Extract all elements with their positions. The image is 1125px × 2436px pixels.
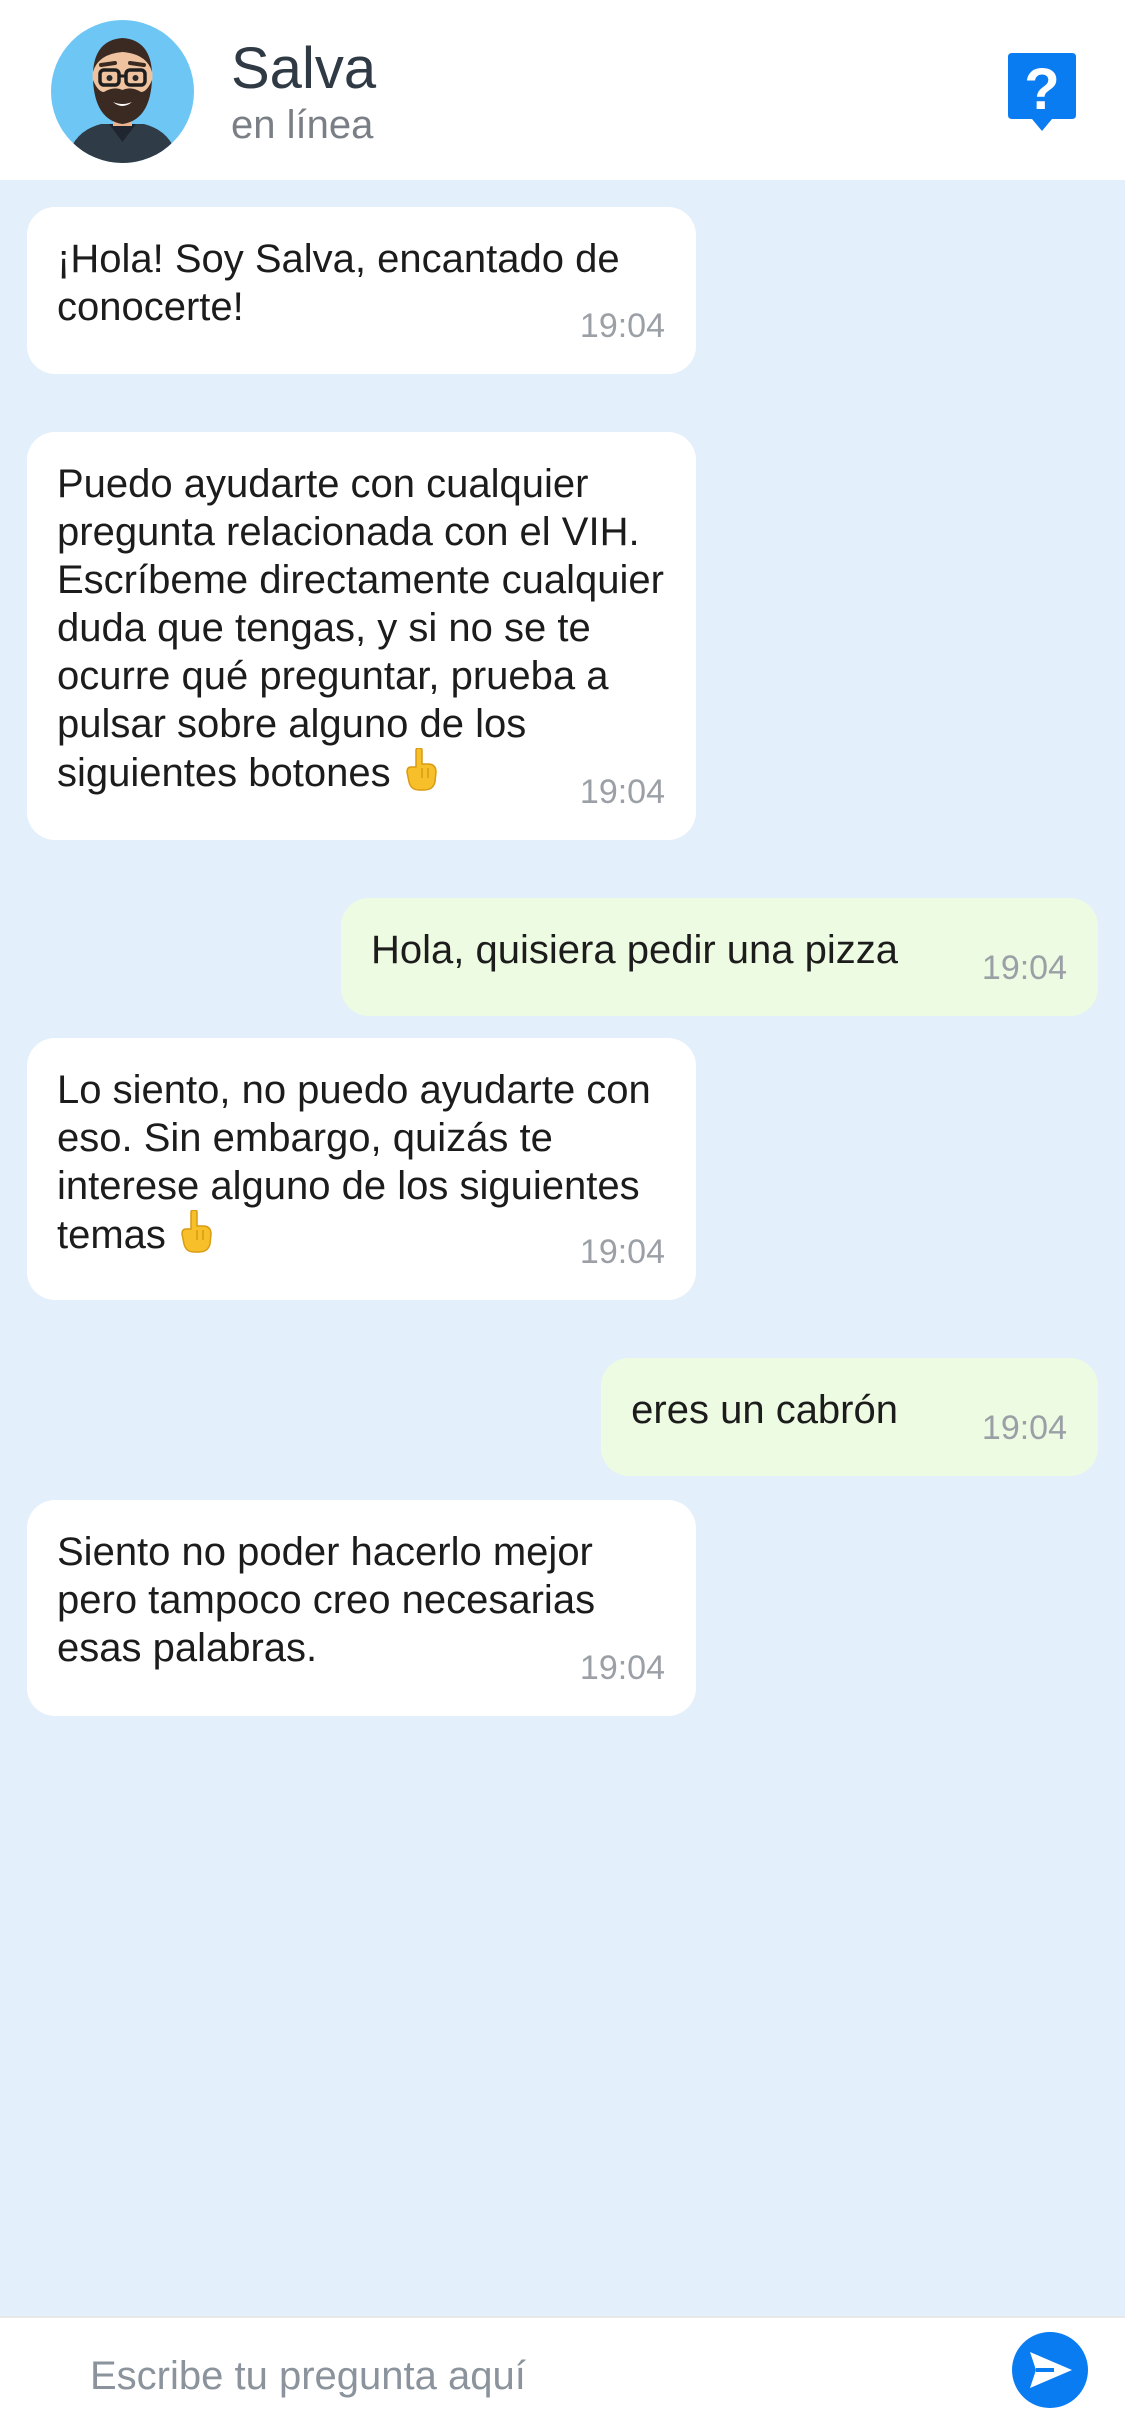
message-outgoing: eres un cabrón 19:04 — [601, 1358, 1098, 1476]
contact-name: Salva — [231, 36, 377, 101]
contact-status: en línea — [231, 103, 374, 147]
message-incoming: Lo siento, no puedo ayudarte con eso. Si… — [27, 1038, 696, 1300]
message-text: eres un cabrón — [631, 1388, 898, 1432]
message-text: Puedo ayudarte con cualquier pregunta re… — [57, 462, 664, 795]
send-icon[interactable] — [1012, 2332, 1088, 2408]
message-time: 19:04 — [981, 1409, 1067, 1447]
chat-messages[interactable]: ¡Hola! Soy Salva, encantado de conocerte… — [0, 180, 1125, 2316]
message-time: 19:04 — [579, 1649, 665, 1687]
message-time: 19:04 — [579, 1233, 665, 1271]
message-composer — [0, 2316, 1125, 2436]
svg-text:?: ? — [1024, 57, 1059, 122]
message-text: Lo siento, no puedo ayudarte con eso. Si… — [57, 1068, 651, 1257]
message-time: 19:04 — [981, 949, 1067, 987]
message-time: 19:04 — [579, 307, 665, 345]
message-time: 19:04 — [579, 773, 665, 811]
chat-header: Salva en línea ? — [0, 0, 1125, 180]
question-bubble-icon[interactable]: ? — [1008, 53, 1076, 131]
message-incoming: ¡Hola! Soy Salva, encantado de conocerte… — [27, 207, 696, 374]
message-incoming: Siento no poder hacerlo mejor pero tampo… — [27, 1500, 696, 1716]
message-text: ¡Hola! Soy Salva, encantado de conocerte… — [57, 237, 620, 329]
bearded-man-avatar-icon[interactable] — [51, 20, 194, 163]
message-outgoing: Hola, quisiera pedir una pizza 19:04 — [341, 898, 1098, 1016]
point-down-emoji — [181, 1210, 212, 1253]
point-down-emoji — [405, 748, 437, 791]
message-incoming: Puedo ayudarte con cualquier pregunta re… — [27, 432, 696, 840]
message-text: Siento no poder hacerlo mejor pero tampo… — [57, 1530, 596, 1670]
message-text: Hola, quisiera pedir una pizza — [371, 928, 898, 972]
question-input[interactable] — [60, 2336, 960, 2416]
